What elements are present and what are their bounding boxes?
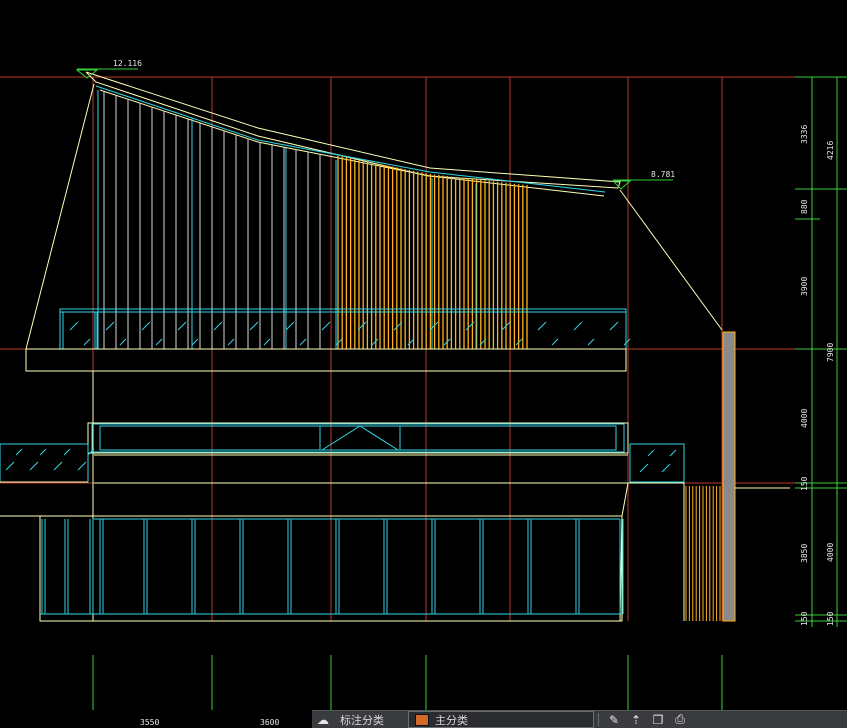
glass-hatch-mark bbox=[551, 338, 559, 346]
dim-150-b: 150 bbox=[800, 611, 809, 626]
glass-hatch-mark bbox=[63, 448, 71, 456]
divider bbox=[598, 713, 599, 726]
annotation-category-button[interactable]: 标注分类 bbox=[334, 711, 404, 728]
glass-hatch-mark bbox=[647, 449, 655, 457]
glass-hatch-mark bbox=[537, 321, 547, 331]
copy-icon[interactable]: ❐ bbox=[647, 711, 669, 728]
dim-150-a: 150 bbox=[800, 476, 809, 491]
left-wing bbox=[0, 443, 94, 517]
dim-4216: 4216 bbox=[826, 141, 835, 160]
cloud-icon[interactable]: ☁ bbox=[312, 711, 334, 728]
dim-bottom-3550: 3550 bbox=[140, 718, 159, 727]
right-glass-hatch bbox=[639, 449, 677, 473]
roof-glass-posts bbox=[97, 90, 477, 349]
glass-hatch-mark bbox=[371, 338, 379, 346]
glass-hatch-mark bbox=[105, 321, 115, 331]
roof-outline bbox=[25, 71, 723, 350]
dim-3850: 3850 bbox=[800, 544, 809, 563]
upper-glass-railing bbox=[59, 308, 627, 350]
elevation-right-text: 8.781 bbox=[651, 170, 675, 179]
glass-hatch-mark bbox=[285, 321, 295, 331]
dimension-text-bottom: 3550 3600 bbox=[140, 718, 279, 727]
status-bar: ☁ 标注分类 主分类 ✎ ⇡ ❐ ⎙ bbox=[312, 710, 847, 728]
dim-3336: 3336 bbox=[800, 125, 809, 144]
dim-7900: 7900 bbox=[826, 343, 835, 362]
dim-bottom-3600: 3600 bbox=[260, 718, 279, 727]
dim-4000-a: 4000 bbox=[800, 409, 809, 428]
glass-hatch-mark bbox=[77, 461, 87, 471]
glass-hatch-mark bbox=[623, 338, 631, 346]
glass-hatch-mark bbox=[321, 321, 331, 331]
dim-150-c: 150 bbox=[826, 611, 835, 626]
glass-hatch-mark bbox=[299, 338, 307, 346]
glass-hatch-mark bbox=[53, 461, 63, 471]
elevation-top-text: 12.116 bbox=[113, 59, 142, 68]
upper-slab bbox=[25, 348, 627, 621]
arrow-up-icon[interactable]: ⇡ bbox=[625, 711, 647, 728]
glass-hatch-mark bbox=[83, 338, 91, 346]
elevation-marker-top: 12.116 bbox=[75, 59, 142, 79]
glass-hatch-mark bbox=[249, 321, 259, 331]
glass-hatch-mark bbox=[191, 338, 199, 346]
glass-hatch-mark bbox=[39, 448, 47, 456]
stair-hatch bbox=[685, 486, 721, 621]
glass-hatch-mark bbox=[669, 449, 677, 457]
glass-hatch-mark bbox=[213, 321, 223, 331]
glass-hatch-mark bbox=[609, 321, 619, 331]
dimension-text-right: 3336 880 3900 4000 150 3850 150 4216 790… bbox=[800, 125, 835, 626]
glass-hatch-mark bbox=[177, 321, 187, 331]
glass-hatch-mark bbox=[69, 321, 79, 331]
layer-name: 主分类 bbox=[435, 713, 468, 727]
layer-selector[interactable]: 主分类 bbox=[408, 711, 594, 728]
glass-hatch-mark bbox=[227, 338, 235, 346]
glass-hatch-mark bbox=[15, 448, 23, 456]
dim-880: 880 bbox=[800, 199, 809, 214]
middle-band bbox=[87, 422, 629, 484]
dim-4000-b: 4000 bbox=[826, 543, 835, 562]
glass-hatch-mark bbox=[5, 461, 15, 471]
printer-icon[interactable]: ⎙ bbox=[669, 711, 691, 728]
ground-axis-lines bbox=[92, 655, 723, 710]
storefront-mullions bbox=[41, 519, 624, 614]
glass-hatch-mark bbox=[141, 321, 151, 331]
glass-hatch-mark bbox=[639, 463, 649, 473]
left-glass-hatch bbox=[5, 448, 95, 471]
elevation-marker-right: 8.781 bbox=[611, 170, 675, 190]
glass-hatch-mark bbox=[29, 461, 39, 471]
roof-mullions bbox=[103, 91, 321, 349]
glass-hatch-mark bbox=[155, 338, 163, 346]
right-wing bbox=[619, 443, 685, 622]
layer-color-swatch bbox=[415, 713, 429, 726]
right-column bbox=[722, 331, 790, 622]
cad-drawing-canvas[interactable]: 3336 880 3900 4000 150 3850 150 4216 790… bbox=[0, 0, 847, 727]
dim-3900: 3900 bbox=[800, 277, 809, 296]
edit-icon[interactable]: ✎ bbox=[603, 711, 625, 728]
glass-hatch-mark bbox=[587, 338, 595, 346]
glass-hatch-mark bbox=[573, 321, 583, 331]
glass-hatch-mark bbox=[335, 338, 343, 346]
glass-hatch-mark bbox=[263, 338, 271, 346]
glass-hatch-mark bbox=[119, 338, 127, 346]
glass-hatch-mark bbox=[661, 463, 671, 473]
